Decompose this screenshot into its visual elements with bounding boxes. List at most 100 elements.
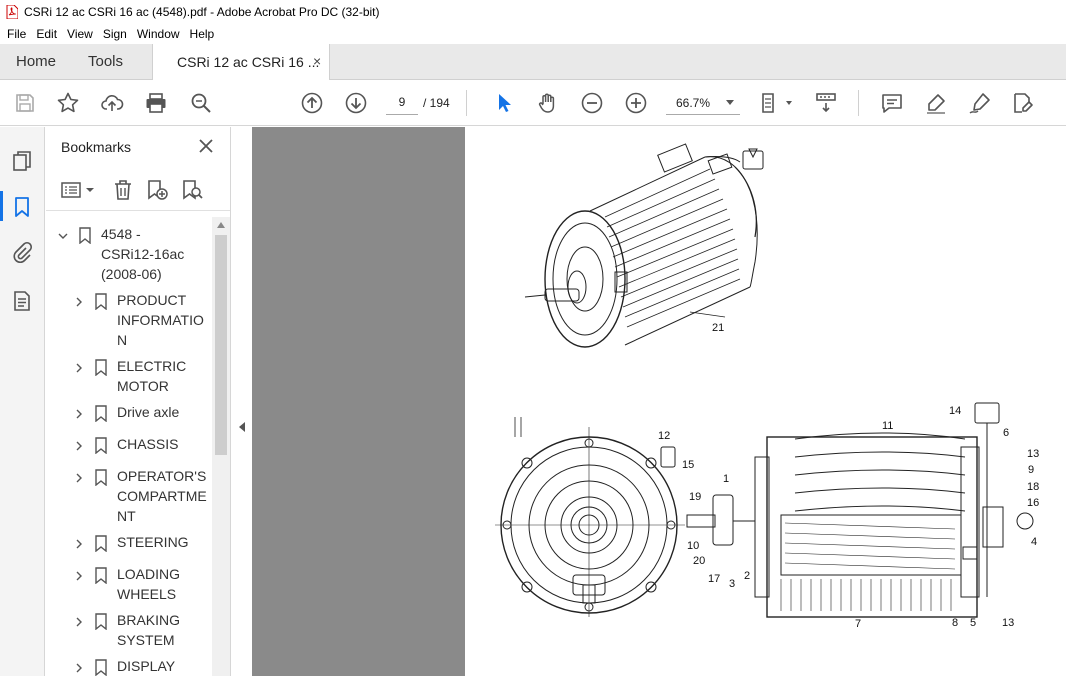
toolbar: 9 / 194 66.7% bbox=[0, 80, 1066, 126]
previous-page-icon[interactable] bbox=[300, 91, 324, 115]
navigation-rail bbox=[0, 127, 45, 676]
menu-bar: File Edit View Sign Window Help bbox=[0, 24, 1066, 44]
bookmark-label: MOTOR bbox=[117, 378, 169, 394]
bookmark-flag-icon bbox=[79, 227, 91, 244]
page-document-icon[interactable] bbox=[10, 289, 34, 313]
menu-help[interactable]: Help bbox=[185, 27, 220, 41]
callout-label: 20 bbox=[693, 555, 705, 567]
scroll-mode-icon[interactable] bbox=[814, 91, 838, 115]
next-page-icon[interactable] bbox=[344, 91, 368, 115]
delete-trash-icon[interactable] bbox=[111, 178, 135, 202]
menu-window[interactable]: Window bbox=[132, 27, 185, 41]
fill-sign-icon[interactable] bbox=[1011, 91, 1035, 115]
motor-technical-drawing: 21 12 15 11 14 6 13 9 18 16 4 1 19 10 20… bbox=[495, 143, 1039, 630]
save-icon[interactable] bbox=[13, 91, 37, 115]
bookmark-flag-icon bbox=[95, 535, 107, 552]
callout-label: 13 bbox=[1002, 617, 1014, 629]
select-cursor-icon[interactable] bbox=[492, 91, 516, 115]
zoom-in-icon[interactable] bbox=[624, 91, 648, 115]
find-zoom-icon[interactable] bbox=[189, 91, 213, 115]
new-bookmark-icon[interactable] bbox=[145, 178, 169, 202]
callout-label: 5 bbox=[970, 617, 976, 629]
callout-label: 10 bbox=[687, 540, 699, 552]
print-icon[interactable] bbox=[144, 91, 168, 115]
hand-tool-icon[interactable] bbox=[536, 91, 560, 115]
pdf-page: 21 12 15 11 14 6 13 9 18 16 4 1 19 10 20… bbox=[465, 127, 1066, 676]
bookmark-label: STEERING bbox=[117, 534, 189, 550]
upload-cloud-icon[interactable] bbox=[100, 91, 124, 115]
bookmark-label: NT bbox=[117, 508, 136, 524]
toolbar-divider bbox=[466, 90, 467, 116]
chevron-right-icon[interactable] bbox=[74, 441, 84, 451]
page-fit-icon[interactable] bbox=[760, 91, 794, 115]
callout-label: 15 bbox=[682, 459, 694, 471]
callout-label: 17 bbox=[708, 573, 720, 585]
bookmark-label: SYSTEM bbox=[117, 632, 175, 648]
bookmark-flag-icon bbox=[95, 405, 107, 422]
bookmark-flag-icon bbox=[95, 437, 107, 454]
chevron-down-icon[interactable] bbox=[58, 231, 68, 241]
motor-end-view-drawing bbox=[495, 417, 685, 617]
bookmark-options-icon[interactable] bbox=[60, 178, 98, 202]
chevron-right-icon[interactable] bbox=[74, 409, 84, 419]
collapse-arrow-icon[interactable] bbox=[239, 422, 245, 432]
active-panel-indicator bbox=[0, 191, 3, 221]
callout-label: 1 bbox=[723, 473, 729, 485]
close-icon[interactable] bbox=[196, 136, 216, 156]
callout-label: 2 bbox=[744, 570, 750, 582]
bookmarks-panel: Bookmarks 4548 - CSRi12-16ac (2008-06) P… bbox=[46, 127, 231, 676]
tab-document-label: CSRi 12 ac CSRi 16 ... bbox=[177, 54, 320, 70]
chevron-right-icon[interactable] bbox=[74, 539, 84, 549]
bookmark-flag-icon bbox=[95, 613, 107, 630]
title-bar: CSRi 12 ac CSRi 16 ac (4548).pdf - Adobe… bbox=[0, 0, 1066, 24]
chevron-right-icon[interactable] bbox=[74, 363, 84, 373]
menu-view[interactable]: View bbox=[62, 27, 98, 41]
tab-tools[interactable]: Tools bbox=[88, 53, 123, 70]
motor-section-drawing bbox=[686, 402, 1034, 618]
chevron-right-icon[interactable] bbox=[74, 473, 84, 483]
menu-file[interactable]: File bbox=[2, 27, 31, 41]
bookmark-label: ELECTRIC bbox=[117, 358, 187, 374]
scroll-up-icon[interactable] bbox=[217, 222, 225, 228]
page-number-input[interactable]: 9 bbox=[386, 90, 418, 115]
bookmark-search-icon[interactable] bbox=[180, 178, 204, 202]
document-viewport[interactable]: 21 12 15 11 14 6 13 9 18 16 4 1 19 10 20… bbox=[252, 127, 1066, 676]
comment-icon[interactable] bbox=[880, 91, 904, 115]
chevron-right-icon[interactable] bbox=[74, 571, 84, 581]
bookmark-flag-icon bbox=[95, 359, 107, 376]
attachment-paperclip-icon[interactable] bbox=[10, 241, 34, 265]
callout-label: 3 bbox=[729, 578, 735, 590]
bookmark-label: LOADING bbox=[117, 566, 181, 582]
page-thumbnails-icon[interactable] bbox=[10, 149, 34, 173]
bookmark-label: INFORMATIO bbox=[117, 312, 204, 328]
bookmark-icon[interactable] bbox=[10, 195, 34, 219]
zoom-level-select[interactable]: 66.7% bbox=[666, 90, 740, 115]
menu-edit[interactable]: Edit bbox=[31, 27, 62, 41]
sign-pen-icon[interactable] bbox=[968, 91, 992, 115]
callout-label: 9 bbox=[1028, 464, 1034, 476]
bookmark-label: CSRi12-16ac bbox=[101, 246, 185, 262]
chevron-right-icon[interactable] bbox=[74, 663, 84, 673]
zoom-level-value: 66.7% bbox=[676, 96, 711, 110]
bookmark-flag-icon bbox=[95, 659, 107, 676]
callout-label: 8 bbox=[952, 617, 958, 629]
bookmark-flag-icon bbox=[95, 567, 107, 584]
chevron-right-icon[interactable] bbox=[74, 617, 84, 627]
tab-close-icon[interactable]: × bbox=[313, 53, 321, 69]
bookmark-label: COMPARTME bbox=[117, 488, 207, 504]
bookmarks-tree: 4548 - CSRi12-16ac (2008-06) PRODUCT INF… bbox=[46, 217, 212, 676]
tab-document[interactable]: CSRi 12 ac CSRi 16 ... × bbox=[152, 44, 330, 81]
motor-isometric-drawing bbox=[524, 143, 764, 348]
panel-collapse-handle[interactable] bbox=[232, 127, 252, 676]
chevron-right-icon[interactable] bbox=[74, 297, 84, 307]
zoom-out-icon[interactable] bbox=[580, 91, 604, 115]
highlight-pen-icon[interactable] bbox=[924, 91, 948, 115]
bookmark-star-icon[interactable] bbox=[56, 91, 80, 115]
callout-label: 13 bbox=[1027, 448, 1039, 460]
bookmark-label: 4548 - bbox=[101, 226, 141, 242]
tab-home[interactable]: Home bbox=[16, 53, 56, 70]
scrollbar-thumb[interactable] bbox=[215, 235, 227, 455]
callout-label: 6 bbox=[1003, 427, 1009, 439]
menu-sign[interactable]: Sign bbox=[98, 27, 132, 41]
bookmarks-scrollbar[interactable] bbox=[212, 217, 230, 676]
